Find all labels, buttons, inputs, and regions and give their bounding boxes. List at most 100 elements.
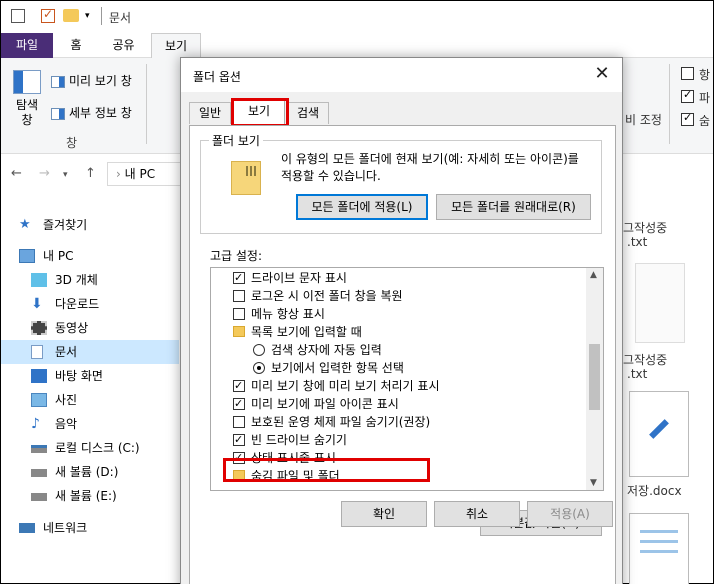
properties-icon[interactable]: [11, 9, 25, 23]
tab-general[interactable]: 일반: [189, 102, 231, 124]
document-thumbnail[interactable]: [629, 513, 689, 584]
setting-row[interactable]: 보호된 운영 체제 파일 숨기기(권장): [211, 413, 583, 431]
apply-to-folders-button[interactable]: 모든 폴더에 적용(L): [296, 194, 428, 220]
nav-item-local-disk-c[interactable]: 로컬 디스크 (C:): [31, 436, 191, 460]
file-name[interactable]: 그작성중: [623, 351, 667, 368]
divider: [146, 64, 147, 144]
setting-label: 메뉴 항상 표시: [251, 307, 325, 321]
nav-item-documents[interactable]: 문서: [1, 340, 179, 364]
nav-item-network[interactable]: 네트워크: [19, 516, 179, 540]
file-icon-option-highlight: [223, 458, 430, 482]
tab-home[interactable]: 홈: [56, 33, 96, 58]
file-name[interactable]: 저장.docx: [627, 482, 682, 499]
nav-item-music[interactable]: ♪ 음악: [31, 412, 191, 436]
nav-item-3d-objects[interactable]: 3D 개체: [31, 268, 191, 292]
setting-checkbox[interactable]: [233, 431, 245, 449]
setting-row[interactable]: 검색 상자에 자동 입력: [211, 341, 583, 359]
text-file-icon[interactable]: [635, 263, 685, 343]
setting-row[interactable]: 미리 보기에 파일 아이콘 표시: [211, 395, 583, 413]
setting-radio[interactable]: [253, 344, 265, 356]
details-pane-label: 세부 정보 창: [69, 106, 132, 120]
file-list: 그작성중 .txt 그작성중 .txt 저장.docx: [621, 201, 714, 584]
pane-group-label: 창: [66, 136, 78, 150]
scrollbar[interactable]: ▲ ▼: [586, 268, 603, 490]
address-path: 내 PC: [124, 167, 156, 181]
setting-row[interactable]: 드라이브 문자 표시: [211, 269, 583, 287]
setting-checkbox[interactable]: [233, 290, 245, 302]
text-line: [640, 540, 678, 543]
ok-button[interactable]: 확인: [341, 501, 427, 527]
setting-row[interactable]: 빈 드라이브 숨기기: [211, 431, 583, 449]
setting-checkbox[interactable]: [233, 308, 245, 320]
setting-row[interactable]: 보기에서 입력한 항목 선택: [211, 359, 583, 377]
nav-item-downloads[interactable]: ⬇ 다운로드: [31, 292, 191, 316]
file-name-ext: .txt: [627, 367, 648, 381]
advanced-settings-label: 고급 설정:: [210, 249, 263, 263]
hidden-items-checkbox[interactable]: [681, 111, 694, 126]
apply-button[interactable]: 적용(A): [527, 501, 613, 527]
setting-radio[interactable]: [253, 362, 265, 374]
new-folder-icon[interactable]: [63, 9, 79, 22]
nav-item-label: 다운로드: [55, 297, 100, 311]
chevron-down-icon[interactable]: ▾: [85, 11, 90, 27]
folder-view-legend: 폴더 보기: [209, 132, 263, 149]
setting-checkbox[interactable]: [233, 377, 245, 395]
setting-checkbox[interactable]: [233, 416, 245, 428]
document-icon: [31, 345, 43, 359]
nav-item-quick-access[interactable]: ★ 즐겨찾기: [19, 213, 179, 237]
tab-file[interactable]: 파일: [1, 33, 53, 58]
tab-search[interactable]: 검색: [287, 102, 329, 124]
folder-view-description: 이 유형의 모든 폴더에 현재 보기(예: 자세히 또는 아이콘)를 적용할 수…: [281, 152, 579, 183]
extension-checkbox[interactable]: [681, 88, 694, 103]
setting-row[interactable]: 미리 보기 창에 미리 보기 처리기 표시: [211, 377, 583, 395]
nav-item-videos[interactable]: 동영상: [31, 316, 191, 340]
nav-item-label: 동영상: [55, 321, 89, 335]
nav-item-volume-d[interactable]: 새 볼륨 (D:): [31, 460, 191, 484]
forward-arrow-icon[interactable]: →: [39, 166, 50, 181]
close-icon[interactable]: ✕: [592, 64, 612, 84]
scrollbar-thumb[interactable]: [589, 344, 600, 410]
word-document-icon[interactable]: [629, 391, 689, 477]
setting-row[interactable]: 메뉴 항상 표시: [211, 305, 583, 323]
setting-checkbox[interactable]: [233, 395, 245, 413]
pencil-icon: [649, 419, 669, 439]
back-arrow-icon[interactable]: ←: [11, 166, 22, 181]
cancel-button[interactable]: 취소: [434, 501, 520, 527]
details-pane-button[interactable]: 세부 정보 창: [51, 104, 132, 121]
item-checkbox[interactable]: [681, 67, 694, 80]
nav-item-desktop[interactable]: 바탕 화면: [31, 364, 191, 388]
navigation-pane-button[interactable]: 탐색 창: [9, 66, 45, 128]
folder-icon: [233, 326, 245, 337]
scroll-down-icon[interactable]: ▼: [590, 478, 597, 488]
preview-pane-label: 미리 보기 창: [69, 74, 132, 88]
preview-pane-button[interactable]: 미리 보기 창: [51, 72, 132, 89]
nav-item-label: 로컬 디스크 (C:): [55, 441, 140, 455]
text-line: [640, 530, 678, 533]
tab-view[interactable]: 보기: [151, 33, 201, 58]
checkmark-icon[interactable]: [41, 7, 55, 23]
folder-view-group: 폴더 보기 이 유형의 모든 폴더에 현재 보기(예: 자세히 또는 아이콘)를…: [200, 132, 602, 234]
item-checkbox-label: 항: [699, 68, 711, 82]
setting-row[interactable]: 목록 보기에 입력할 때: [211, 323, 583, 341]
text-line: [640, 550, 678, 553]
up-arrow-icon[interactable]: ↑: [85, 166, 96, 181]
nav-item-label: 즐겨찾기: [43, 218, 88, 232]
drive-icon: [31, 493, 47, 501]
video-icon: [31, 321, 47, 335]
setting-label: 미리 보기에 파일 아이콘 표시: [251, 397, 399, 411]
window-title: 문서: [109, 11, 132, 25]
setting-row[interactable]: 로그온 시 이전 폴더 창을 복원: [211, 287, 583, 305]
setting-checkbox[interactable]: [233, 269, 245, 287]
nav-item-this-pc[interactable]: 내 PC: [19, 244, 179, 268]
nav-item-pictures[interactable]: 사진: [31, 388, 191, 412]
tab-share[interactable]: 공유: [101, 33, 146, 58]
dialog-title: 폴더 옵션: [193, 70, 241, 84]
folder-view-icon: [231, 161, 261, 195]
scroll-up-icon[interactable]: ▲: [590, 270, 597, 280]
chevron-down-icon[interactable]: ▾: [63, 170, 68, 180]
nav-item-volume-e[interactable]: 새 볼륨 (E:): [31, 484, 191, 508]
navigation-pane: ★ 즐겨찾기 내 PC 3D 개체 ⬇ 다운로드 동영상 문서 바탕 화면 사진…: [1, 201, 179, 584]
reset-folders-button[interactable]: 모든 폴더를 원래대로(R): [436, 194, 591, 220]
setting-label: 보기에서 입력한 항목 선택: [271, 361, 404, 375]
file-name[interactable]: 그작성중: [623, 219, 667, 236]
